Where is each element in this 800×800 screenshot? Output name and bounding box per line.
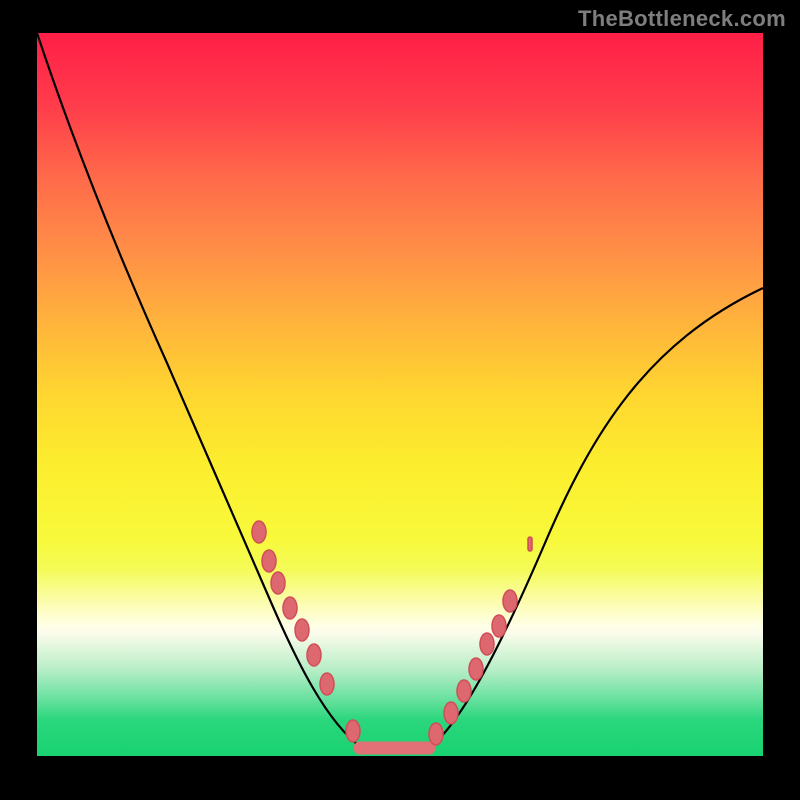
chart-frame: TheBottleneck.com <box>0 0 800 800</box>
data-marker <box>480 633 494 655</box>
data-marker <box>252 521 266 543</box>
data-marker <box>307 644 321 666</box>
plot-area <box>37 33 763 756</box>
data-marker <box>262 550 276 572</box>
data-marker <box>429 723 443 745</box>
data-marker <box>283 597 297 619</box>
data-marker <box>444 702 458 724</box>
bottleneck-curve <box>37 33 763 748</box>
data-marker <box>503 590 517 612</box>
bottleneck-curve-svg <box>37 33 763 756</box>
data-marker <box>346 720 360 742</box>
data-marker <box>469 658 483 680</box>
data-marker <box>271 572 285 594</box>
data-marker <box>492 615 506 637</box>
data-marker <box>320 673 334 695</box>
data-marker <box>528 537 532 551</box>
watermark-text: TheBottleneck.com <box>578 6 786 32</box>
data-marker <box>295 619 309 641</box>
data-marker <box>457 680 471 702</box>
